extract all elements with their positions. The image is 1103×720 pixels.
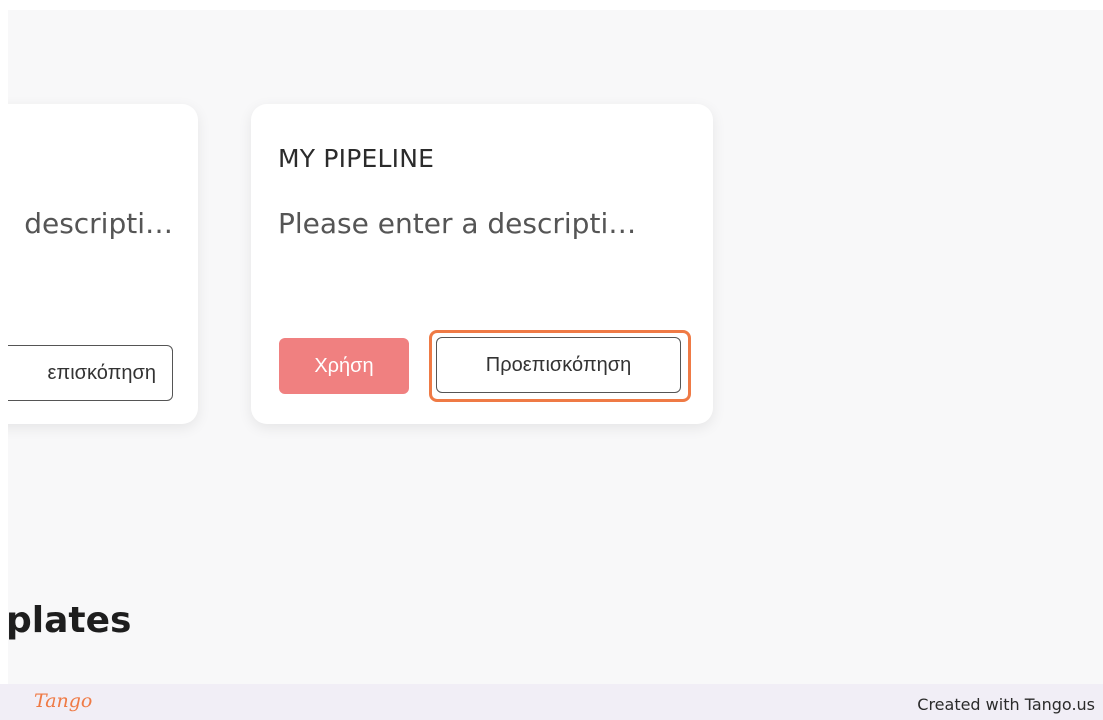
preview-button[interactable]: Προεπισκόπηση [436,337,681,393]
pipeline-card: MY PIPELINE Please enter a descripti… Χρ… [251,104,713,424]
tango-logo: Tango [34,690,93,712]
card-description: descripti… [24,207,173,240]
preview-button[interactable]: επισκόπηση [8,345,173,401]
use-button[interactable]: Χρήση [279,338,409,394]
template-gallery: descripti… επισκόπηση MY PIPELINE Please… [8,10,1103,684]
pipeline-card-partial: descripti… επισκόπηση [8,104,198,424]
card-title: MY PIPELINE [278,144,435,173]
created-with-text: Created with Tango.us [917,695,1095,714]
footer-bar: Tango Created with Tango.us [0,684,1103,720]
section-heading: plates [8,600,132,641]
card-description: Please enter a descripti… [278,207,637,240]
